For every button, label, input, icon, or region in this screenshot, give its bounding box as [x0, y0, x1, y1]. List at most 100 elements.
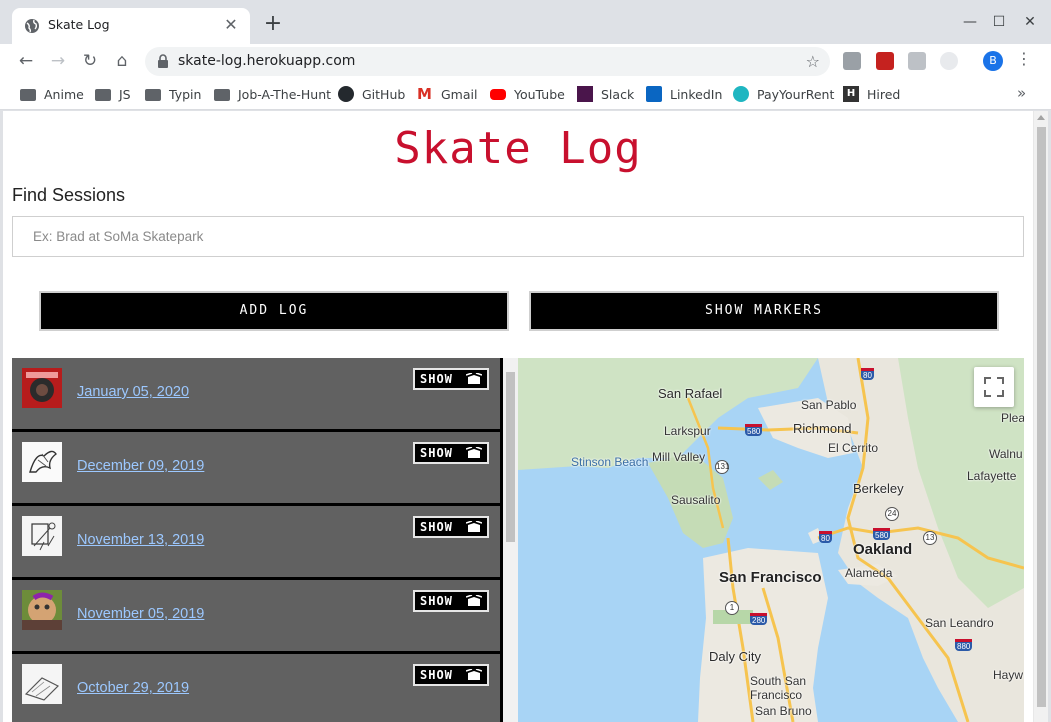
minimize-icon[interactable]: — — [958, 10, 982, 34]
session-thumbnail[interactable] — [22, 516, 62, 556]
browser-tab[interactable]: Skate Log ✕ — [12, 8, 250, 44]
map-label: Francisco — [750, 688, 803, 702]
highway-shield: 80 — [819, 531, 832, 543]
close-tab-icon[interactable]: ✕ — [222, 16, 240, 34]
map-label: Mill Valley — [652, 450, 706, 464]
map-label: El Cerrito — [828, 441, 879, 455]
folder-icon — [214, 89, 230, 101]
page-scrollbar[interactable] — [1033, 111, 1048, 722]
hired-icon: H — [843, 86, 859, 102]
map-label: Richmond — [793, 421, 852, 436]
bookmark-github[interactable]: GitHub — [338, 85, 405, 103]
map-label: San Bruno — [755, 704, 812, 718]
session-thumbnail[interactable] — [22, 664, 62, 704]
highway-shield: 580 — [873, 528, 891, 540]
session-list-scrollbar[interactable] — [503, 358, 518, 722]
highway-shield: 24 — [885, 507, 899, 521]
maximize-icon[interactable]: ☐ — [987, 10, 1011, 34]
reload-icon[interactable]: ↻ — [78, 49, 102, 73]
bookmark-hired[interactable]: H Hired — [843, 85, 900, 103]
box-open-icon — [466, 669, 482, 680]
session-date-link[interactable]: January 05, 2020 — [77, 384, 189, 400]
map-label: San Leandro — [925, 616, 994, 630]
youtube-icon — [490, 88, 506, 100]
bookmark-youtube[interactable]: YouTube — [490, 85, 565, 103]
map-label: Walnu — [989, 447, 1023, 461]
bookmark-payyourrent[interactable]: PayYourRent — [733, 85, 834, 103]
box-open-icon — [466, 521, 482, 532]
highway-shield: 1 — [725, 601, 739, 615]
bookmark-gmail[interactable]: M Gmail — [417, 85, 477, 103]
map-terrain — [518, 358, 1024, 722]
bookmark-js[interactable]: JS — [95, 85, 131, 103]
linkedin-icon — [646, 86, 662, 102]
bookmark-typin[interactable]: Typin — [145, 85, 201, 103]
back-icon[interactable]: ← — [14, 49, 38, 73]
camera-extension-icon[interactable] — [843, 52, 861, 70]
bookmark-job-a-the-hunt[interactable]: Job-A-The-Hunt — [214, 85, 331, 103]
show-button[interactable]: SHOW — [413, 664, 489, 686]
map[interactable]: San Rafael San Pablo Larkspur Richmond P… — [518, 358, 1024, 722]
session-date-link[interactable]: December 09, 2019 — [77, 458, 204, 474]
lock-icon — [158, 54, 168, 68]
search-input[interactable] — [12, 216, 1024, 257]
folder-icon — [145, 89, 161, 101]
circle-extension-icon[interactable] — [940, 52, 958, 70]
add-log-button[interactable]: ADD LOG — [39, 291, 509, 331]
session-date-link[interactable]: October 29, 2019 — [77, 680, 189, 696]
home-icon[interactable]: ⌂ — [110, 49, 134, 73]
new-tab-button[interactable]: + — [262, 13, 284, 35]
fullscreen-button[interactable] — [974, 367, 1014, 407]
session-thumbnail[interactable] — [22, 368, 62, 408]
box-open-icon — [466, 373, 482, 384]
map-label: Lafayette — [967, 469, 1017, 483]
page-scroll-thumb[interactable] — [1037, 127, 1046, 707]
find-sessions-label: Find Sessions — [12, 185, 126, 205]
highway-shield: 13 — [923, 531, 937, 545]
session-date-link[interactable]: November 05, 2019 — [77, 606, 204, 622]
map-label: San Francisco — [719, 569, 822, 586]
globe-icon — [25, 19, 39, 33]
show-button[interactable]: SHOW — [413, 516, 489, 538]
session-thumbnail[interactable] — [22, 442, 62, 482]
forward-icon[interactable]: → — [46, 49, 70, 73]
map-label: Sausalito — [671, 493, 721, 507]
gray-extension-icon[interactable] — [908, 52, 926, 70]
bookmark-star-icon[interactable]: ☆ — [806, 52, 820, 71]
box-open-icon — [466, 595, 482, 606]
map-label: Plea — [1001, 411, 1024, 425]
red-extension-icon[interactable] — [876, 52, 894, 70]
show-button[interactable]: SHOW — [413, 442, 489, 464]
more-bookmarks-icon[interactable]: » — [1017, 84, 1026, 102]
map-label: Stinson Beach — [571, 455, 649, 469]
map-label: Alameda — [845, 566, 893, 580]
bookmark-linkedin[interactable]: LinkedIn — [646, 85, 722, 103]
scroll-up-icon[interactable] — [1037, 115, 1045, 120]
highway-shield: 131 — [715, 460, 729, 474]
highway-shield: 280 — [750, 613, 768, 625]
show-button[interactable]: SHOW — [413, 590, 489, 612]
show-button[interactable]: SHOW — [413, 368, 489, 390]
map-label: San Rafael — [658, 386, 723, 401]
bookmark-slack[interactable]: Slack — [577, 85, 634, 103]
menu-kebab-icon[interactable]: ⋮ — [1016, 49, 1032, 68]
page-viewport: Skate Log Find Sessions ADD LOG SHOW MAR… — [3, 111, 1048, 722]
list-item: November 05, 2019 SHOW — [12, 580, 500, 651]
show-markers-button[interactable]: SHOW MARKERS — [529, 291, 999, 331]
session-thumbnail[interactable] — [22, 590, 62, 630]
page-title: Skate Log — [394, 123, 642, 174]
browser-toolbar: ← → ↻ ⌂ skate-log.herokuapp.com ☆ B ⋮ — [0, 44, 1051, 78]
session-date-link[interactable]: November 13, 2019 — [77, 532, 204, 548]
url-text: skate-log.herokuapp.com — [178, 53, 356, 69]
list-item: November 13, 2019 SHOW — [12, 506, 500, 577]
profile-avatar[interactable]: B — [983, 51, 1003, 71]
bookmark-anime[interactable]: Anime — [20, 85, 84, 103]
tab-title: Skate Log — [48, 17, 110, 32]
highway-shield: 580 — [745, 424, 763, 436]
list-item: December 09, 2019 SHOW — [12, 432, 500, 503]
github-icon — [338, 86, 354, 102]
address-bar[interactable]: skate-log.herokuapp.com ☆ — [145, 47, 830, 76]
session-list-scroll-thumb[interactable] — [506, 372, 515, 542]
highway-shield: 880 — [955, 639, 973, 651]
close-window-icon[interactable]: ✕ — [1018, 10, 1042, 34]
